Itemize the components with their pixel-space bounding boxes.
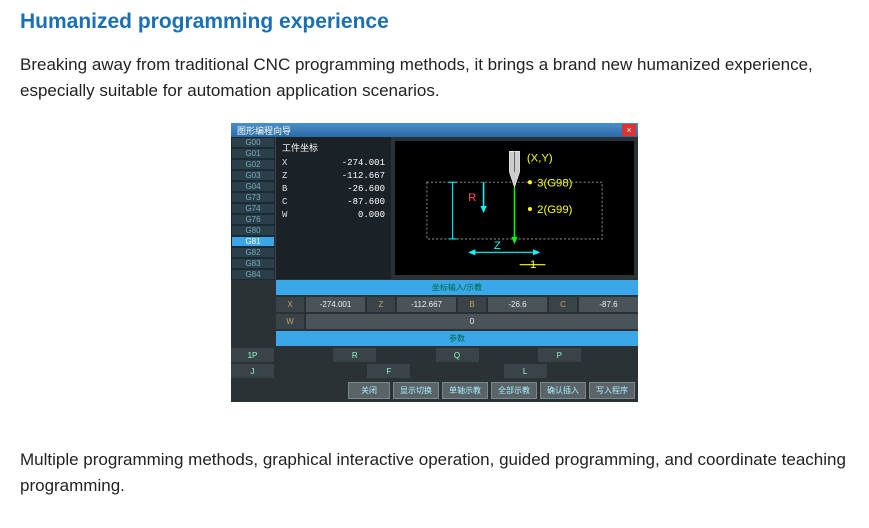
svg-text:R: R [468,192,476,204]
param-input[interactable] [481,348,536,362]
param-input[interactable] [276,364,365,378]
param-label: L [504,364,547,378]
coord-row: W0.000 [282,209,385,222]
axis-label: W [276,314,304,329]
axis-input[interactable]: 0 [306,314,638,329]
action-button[interactable]: 全部示教 [491,382,537,399]
axis-label: Z [367,297,395,312]
axis-input[interactable]: -26.6 [488,297,547,312]
coord-row: C-87.600 [282,196,385,209]
param-input[interactable] [412,364,501,378]
window-title-bar: 图形编程向导 × [231,123,638,137]
outro-text: Multiple programming methods, graphical … [20,447,849,498]
axis-input[interactable]: -274.001 [306,297,365,312]
action-button[interactable]: 关闭 [348,382,390,399]
tool-diagram: (X,Y) R 3(G98) 2(G99) Z [395,141,634,275]
coord-input-band: 坐标输入/示教 [276,280,638,295]
gcode-button[interactable]: G76 [231,214,275,225]
axis-label: C [549,297,577,312]
action-button[interactable]: 确认插入 [540,382,586,399]
gcode-button[interactable]: G03 [231,170,275,181]
param-label: 1P [231,348,274,362]
axis-label: B [458,297,486,312]
svg-text:Z: Z [494,240,501,252]
gcode-button[interactable]: G82 [231,247,275,258]
action-button[interactable]: 写入程序 [589,382,635,399]
param-input[interactable] [378,348,433,362]
action-bar: 关闭显示切换单轴示教全部示教确认插入写入程序 [231,379,638,402]
coord-panel: 工件坐标 X-274.001Z-112.667B-26.600C-87.600W… [276,137,391,279]
param-input[interactable] [583,348,638,362]
gcode-list: G00G01G02G03G04G73G74G76G80G81G82G83G84 [231,137,276,279]
coord-header: 工件坐标 [282,141,385,154]
gcode-button[interactable]: G00 [231,137,275,148]
gcode-button[interactable]: G84 [231,269,275,280]
params-band: 参数 [276,331,638,346]
section-heading: Humanized programming experience [20,10,849,34]
param-input[interactable] [276,348,331,362]
action-button[interactable]: 单轴示教 [442,382,488,399]
param-label: F [367,364,410,378]
gcode-button[interactable]: G02 [231,159,275,170]
coord-row: B-26.600 [282,183,385,196]
param-input[interactable] [549,364,638,378]
svg-text:(X,Y): (X,Y) [527,153,553,165]
axis-input[interactable]: -112.667 [397,297,456,312]
param-label: J [231,364,274,378]
gcode-button[interactable]: G80 [231,225,275,236]
svg-text:3(G98): 3(G98) [537,177,572,189]
close-icon[interactable]: × [622,124,636,136]
gcode-button[interactable]: G73 [231,192,275,203]
param-label: R [333,348,376,362]
gcode-button[interactable]: G04 [231,181,275,192]
window-title: 图形编程向导 [237,124,291,137]
cnc-screenshot: 图形编程向导 × G00G01G02G03G04G73G74G76G80G81G… [20,123,849,402]
gcode-button[interactable]: G01 [231,148,275,159]
axis-input[interactable]: -87.6 [579,297,638,312]
action-button[interactable]: 显示切换 [393,382,439,399]
coord-row: Z-112.667 [282,170,385,183]
svg-text:2(G99): 2(G99) [537,204,572,216]
param-label: P [538,348,581,362]
gcode-button[interactable]: G83 [231,258,275,269]
coord-row: X-274.001 [282,157,385,170]
axis-label: X [276,297,304,312]
intro-text: Breaking away from traditional CNC progr… [20,52,849,103]
param-label: Q [436,348,479,362]
gcode-button[interactable]: G81 [231,236,275,247]
gcode-button[interactable]: G74 [231,203,275,214]
